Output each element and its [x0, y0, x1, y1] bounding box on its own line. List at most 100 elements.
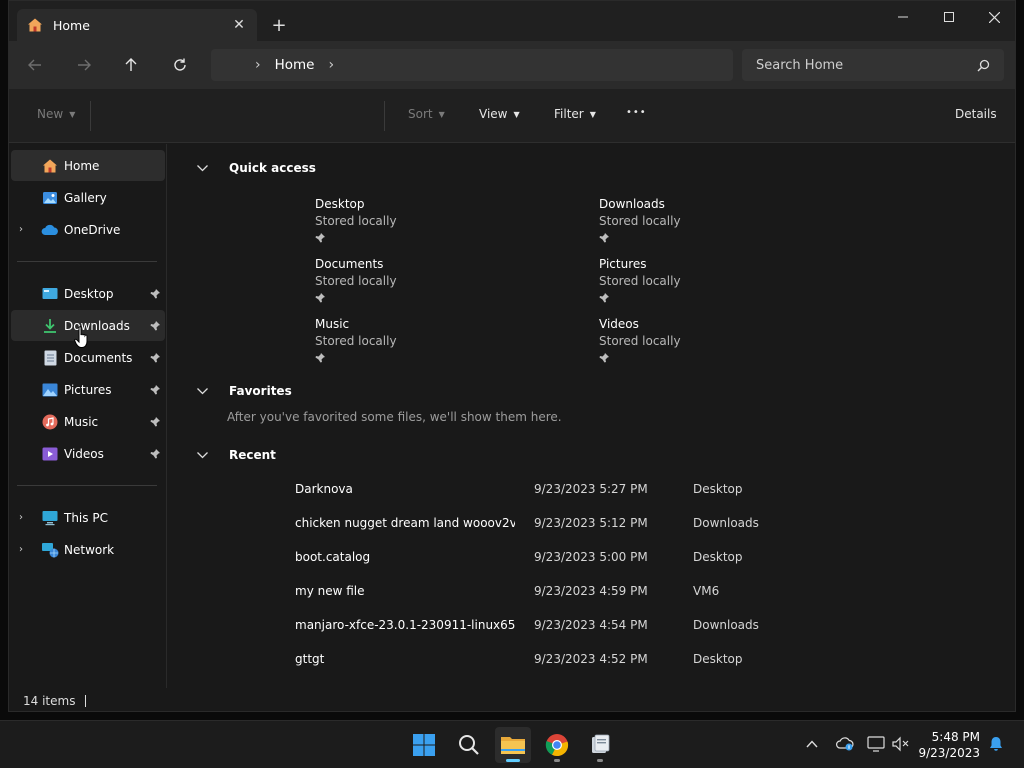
refresh-button[interactable] — [166, 51, 194, 79]
clock-date: 9/23/2023 — [918, 746, 980, 760]
details-button[interactable]: Details — [955, 107, 997, 121]
chevron-right-icon[interactable]: › — [19, 224, 31, 235]
sidebar-item-downloads[interactable]: Downloads — [11, 310, 165, 341]
filter-button[interactable]: Filter ▼ — [554, 107, 596, 121]
pin-icon — [315, 232, 515, 244]
section-header-recent[interactable]: Recent — [197, 448, 276, 462]
item-name: Documents — [315, 257, 384, 271]
tab-home[interactable]: Home ✕ — [17, 9, 257, 41]
chevron-up-icon — [806, 740, 818, 748]
recent-row[interactable]: gttgt 9/23/2023 4:52 PM Desktop — [279, 642, 859, 676]
item-name: Desktop — [315, 197, 365, 211]
recent-row[interactable]: Darknova 9/23/2023 5:27 PM Desktop — [279, 472, 859, 506]
running-indicator — [597, 759, 603, 762]
breadcrumb-home[interactable]: Home — [275, 57, 315, 73]
quick-access-item-desktop[interactable]: Desktop Stored locally — [315, 197, 515, 244]
system-clock[interactable]: 5:48 PM 9/23/2023 — [914, 729, 980, 761]
item-status: Stored locally — [599, 274, 681, 288]
file-name: my new file — [295, 584, 365, 598]
pin-icon[interactable] — [149, 448, 161, 460]
recent-row[interactable]: boot.catalog 9/23/2023 5:00 PM Desktop — [279, 540, 859, 574]
breadcrumb-chevron-icon[interactable]: › — [328, 57, 334, 73]
pin-icon — [599, 352, 799, 364]
arrow-right-icon — [78, 59, 91, 71]
new-button[interactable]: New ▼ — [37, 107, 75, 121]
quick-access-item-videos[interactable]: Videos Stored locally — [599, 317, 799, 364]
sidebar-item-label: Documents — [64, 350, 133, 365]
close-tab-icon[interactable]: ✕ — [231, 17, 247, 33]
network-tray-button[interactable] — [865, 733, 887, 755]
quick-access-item-music[interactable]: Music Stored locally — [315, 317, 515, 364]
recent-row[interactable]: manjaro-xfce-23.0.1-230911-linux65.iso 9… — [279, 608, 859, 642]
new-tab-button[interactable]: + — [267, 13, 291, 37]
sidebar-item-documents[interactable]: Documents — [11, 342, 165, 373]
sidebar-item-home[interactable]: Home — [11, 150, 165, 181]
file-name: gttgt — [295, 652, 325, 666]
search-icon[interactable] — [977, 59, 990, 72]
close-window-button[interactable] — [971, 1, 1015, 33]
forward-button[interactable] — [70, 51, 98, 79]
show-hidden-icons-button[interactable] — [801, 733, 823, 755]
view-button[interactable]: View ▼ — [479, 107, 520, 121]
chevron-down-icon: ▼ — [69, 109, 76, 119]
up-button[interactable] — [117, 51, 145, 79]
minimize-button[interactable] — [880, 1, 926, 33]
quick-access-item-pictures[interactable]: Pictures Stored locally — [599, 257, 799, 304]
sidebar-item-gallery[interactable]: Gallery — [11, 182, 165, 213]
app-taskbar-button[interactable] — [582, 727, 618, 763]
file-explorer-taskbar-button[interactable] — [495, 727, 531, 763]
sidebar-item-videos[interactable]: Videos — [11, 438, 165, 469]
file-name: chicken nugget dream land wooov2v2... — [295, 516, 515, 530]
breadcrumb-separator-icon[interactable]: › — [255, 57, 261, 73]
sort-button[interactable]: Sort ▼ — [408, 107, 445, 121]
pin-icon[interactable] — [149, 416, 161, 428]
sidebar-item-music[interactable]: Music — [11, 406, 165, 437]
volume-tray-button[interactable] — [890, 733, 912, 755]
start-icon — [413, 734, 435, 756]
quick-access-item-downloads[interactable]: Downloads Stored locally — [599, 197, 799, 244]
chevron-down-icon[interactable] — [197, 164, 211, 172]
start-button[interactable] — [406, 727, 442, 763]
file-location: Desktop — [693, 652, 743, 666]
sidebar-item-pictures[interactable]: Pictures — [11, 374, 165, 405]
chevron-right-icon[interactable]: › — [19, 544, 31, 555]
bell-icon — [990, 737, 1002, 751]
file-date: 9/23/2023 4:52 PM — [534, 652, 648, 666]
chrome-taskbar-button[interactable] — [539, 727, 575, 763]
section-header-quick-access[interactable]: Quick access — [197, 161, 316, 175]
file-location: VM6 — [693, 584, 720, 598]
chevron-right-icon[interactable]: › — [19, 512, 31, 523]
taskbar-search-button[interactable] — [451, 727, 487, 763]
pin-icon[interactable] — [149, 288, 161, 300]
address-bar[interactable]: › Home › — [211, 49, 733, 81]
sidebar-item-this-pc[interactable]: › This PC — [11, 502, 165, 533]
sidebar-item-desktop[interactable]: Desktop — [11, 278, 165, 309]
file-location: Desktop — [693, 482, 743, 496]
search-box[interactable] — [742, 49, 1004, 81]
music-icon — [41, 413, 59, 431]
chevron-down-icon[interactable] — [197, 387, 211, 395]
pin-icon[interactable] — [149, 352, 161, 364]
divider — [90, 101, 91, 131]
recent-row[interactable]: my new file 9/23/2023 4:59 PM VM6 — [279, 574, 859, 608]
back-button[interactable] — [21, 51, 49, 79]
pin-icon — [315, 352, 515, 364]
section-header-favorites[interactable]: Favorites — [197, 384, 292, 398]
pin-icon[interactable] — [149, 384, 161, 396]
sidebar-item-onedrive[interactable]: › OneDrive — [11, 214, 165, 245]
item-status: Stored locally — [315, 214, 397, 228]
onedrive-tray-button[interactable] — [834, 733, 856, 755]
search-input[interactable] — [756, 57, 977, 73]
sidebar-item-label: Network — [64, 542, 115, 557]
item-name: Music — [315, 317, 350, 331]
quick-access-item-documents[interactable]: Documents Stored locally — [315, 257, 515, 304]
more-options-button[interactable]: ••• — [626, 107, 647, 118]
maximize-button[interactable] — [926, 1, 972, 33]
sidebar-item-label: Home — [64, 158, 100, 173]
notifications-button[interactable] — [985, 733, 1007, 755]
sidebar-item-network[interactable]: › Network — [11, 534, 165, 565]
pin-icon[interactable] — [149, 320, 161, 332]
chevron-down-icon[interactable] — [197, 451, 211, 459]
status-bar: 14 items — [9, 689, 1015, 711]
recent-row[interactable]: chicken nugget dream land wooov2v2... 9/… — [279, 506, 859, 540]
